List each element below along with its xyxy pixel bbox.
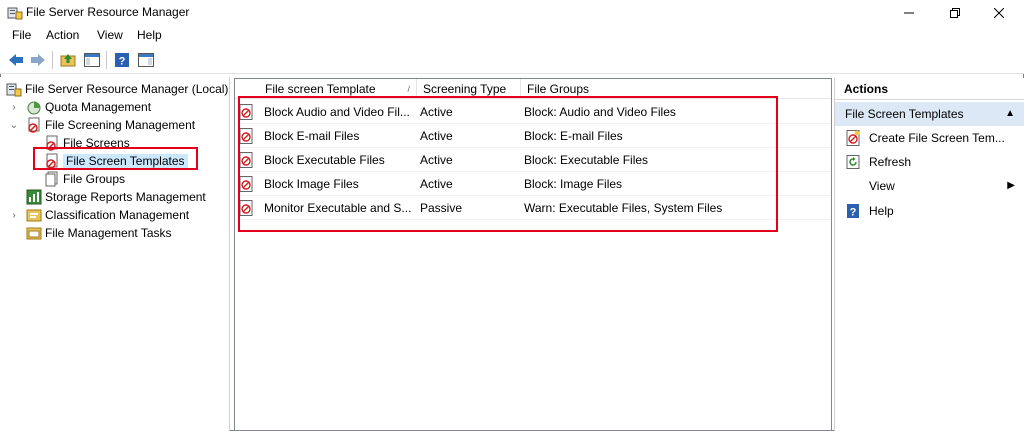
expand-chevron-icon[interactable]: › [9,211,19,221]
menu-action[interactable]: Action [44,28,81,42]
back-button[interactable] [6,50,26,70]
tree-node-storage-reports[interactable]: Storage Reports Management [26,188,206,206]
file-group-icon [44,171,60,187]
actions-pane: Actions File Screen Templates ▲ Create F… [834,78,1024,431]
column-header-label: File Groups [527,82,590,96]
collapse-chevron-icon[interactable]: ⌄ [9,121,19,131]
action-view[interactable]: View ▶ [835,174,1024,198]
show-hide-tree-button[interactable] [82,50,102,70]
action-pane-icon [138,53,154,67]
tree-label: Quota Management [45,100,152,114]
refresh-icon [846,154,862,170]
actions-title: Actions [835,78,1024,100]
action-label: Refresh [869,155,912,169]
server-icon [6,81,22,97]
back-arrow-icon [9,54,23,66]
action-create-file-screen-template[interactable]: Create File Screen Tem... [835,126,1024,150]
expand-chevron-icon[interactable]: › [9,103,19,113]
forward-button[interactable] [28,50,48,70]
folder-up-icon [60,54,76,67]
actions-section-label: File Screen Templates [845,107,964,121]
tree-node-quota-management[interactable]: Quota Management [26,98,151,116]
tree-node-root[interactable]: File Server Resource Manager (Local) [6,80,228,98]
submenu-arrow-icon: ▶ [1007,180,1015,191]
column-header-label: Screening Type [423,82,507,96]
storage-report-icon [26,189,42,205]
help-book-icon: ? [846,203,862,219]
tree-label: Storage Reports Management [45,190,206,204]
quota-icon [26,99,42,115]
tree-node-file-groups[interactable]: File Groups [44,170,125,188]
help-book-icon: ? [115,53,129,68]
minimize-button[interactable] [886,0,932,26]
tree-label: File Server Resource Manager (Local) [25,82,229,96]
column-header-label: File screen Template [265,82,376,96]
restore-button[interactable] [932,0,978,26]
svg-text:?: ? [850,207,857,219]
toolbar: ? [0,46,1024,74]
tree-label: File Screening Management [45,118,196,132]
results-list: File screen Template / Screening Type Fi… [234,78,832,431]
action-help[interactable]: ? Help [835,199,1024,223]
title-bar: File Server Resource Manager [0,0,1024,26]
highlight-box [238,96,778,232]
tree-label: File Groups [63,172,126,186]
toolbar-separator [52,51,53,69]
action-label: Create File Screen Tem... [869,131,1005,145]
actions-section-header[interactable]: File Screen Templates ▲ [835,102,1024,126]
menu-help[interactable]: Help [135,28,164,42]
toolbar-separator [106,51,107,69]
menu-bar: File Action View Help [0,26,1024,46]
fsrm-app-icon [7,6,23,20]
help-button[interactable]: ? [112,50,132,70]
tree-node-file-management-tasks[interactable]: File Management Tasks [26,224,172,242]
highlight-box [33,147,198,170]
menu-file[interactable]: File [10,28,33,42]
console-tree-icon [84,53,100,67]
tree-node-classification-management[interactable]: Classification Management [26,206,189,224]
console-tree: File Server Resource Manager (Local) › Q… [0,77,230,431]
tree-label: File Management Tasks [45,226,172,240]
tree-node-file-screening-management[interactable]: File Screening Management [26,116,195,134]
show-hide-action-pane-button[interactable] [136,50,156,70]
collapse-triangle-icon: ▲ [1005,108,1015,119]
classification-icon [26,207,42,223]
action-label: View [869,179,895,193]
svg-text:?: ? [119,56,126,68]
close-button[interactable] [976,0,1022,26]
action-refresh[interactable]: Refresh [835,150,1024,174]
up-folder-button[interactable] [58,50,78,70]
file-screening-icon [26,117,42,133]
action-label: Help [869,204,894,218]
menu-view[interactable]: View [95,28,125,42]
window-title: File Server Resource Manager [26,5,190,19]
new-template-icon [846,130,862,146]
tree-label: Classification Management [45,208,190,222]
file-task-icon [26,225,42,241]
forward-arrow-icon [31,54,45,66]
